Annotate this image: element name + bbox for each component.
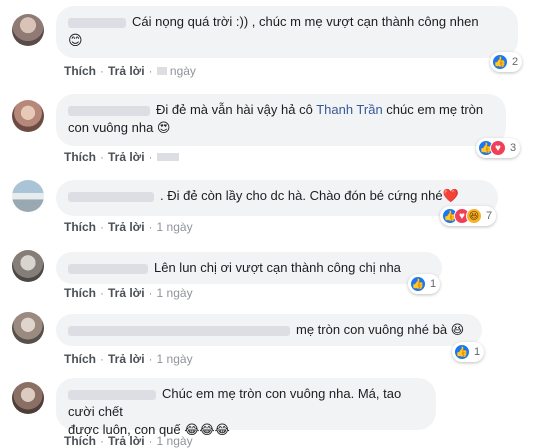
laugh-icon: 😆 — [466, 208, 482, 224]
separator-dot: · — [148, 434, 153, 448]
reaction-count: 1 — [474, 346, 481, 358]
comment-bubble: Đi đẻ mà vẫn hài vậy hả cô Thanh Trần ch… — [56, 94, 506, 146]
comment-actions: Thích · Trả lời · 1 ngày — [64, 352, 193, 366]
comment-time[interactable]: 1 ngày — [157, 352, 193, 366]
redacted-name — [68, 17, 126, 28]
avatar[interactable] — [12, 100, 44, 132]
avatar[interactable] — [12, 382, 44, 414]
heart-icon: ♥ — [490, 140, 506, 156]
comment-text: . Đi đẻ còn lầy cho dc hà. Chào đón bé c… — [160, 188, 459, 203]
comment-text-line2: con vuông nha 😍 — [68, 120, 171, 135]
comment-bubble: Cái nọng quá trời :)) , chúc m mẹ vượt c… — [56, 6, 518, 58]
separator-dot: · — [148, 64, 153, 78]
comment-text: Lên lun chị ơi vượt cạn thành công chị n… — [154, 260, 401, 275]
avatar[interactable] — [12, 312, 44, 344]
comment-bubble: Lên lun chị ơi vượt cạn thành công chị n… — [56, 252, 442, 284]
reply-link[interactable]: Trả lời — [108, 64, 145, 78]
separator-dot: · — [100, 150, 104, 164]
reaction-summary[interactable]: 👍 ♥ 😆 7 — [440, 206, 497, 226]
redacted-time — [156, 67, 167, 75]
redacted-name — [68, 191, 154, 202]
comment-text: chúc em mẹ tròn — [382, 102, 484, 117]
comment-text: mẹ tròn con vuông nhé bà 😆 — [296, 322, 465, 337]
comment-actions: Thích · Trả lời · 1 ngày — [64, 220, 193, 234]
reply-link[interactable]: Trả lời — [108, 352, 145, 366]
reply-link[interactable]: Trả lời — [108, 434, 145, 448]
comment-actions: Thích · Trả lời · 1 ngày — [64, 286, 193, 300]
separator-dot: · — [148, 150, 153, 164]
comment-time[interactable]: 1 ngày — [157, 286, 193, 300]
like-link[interactable]: Thích — [64, 352, 96, 366]
separator-dot: · — [100, 434, 104, 448]
avatar[interactable] — [12, 14, 44, 46]
reply-link[interactable]: Trả lời — [108, 286, 145, 300]
reaction-count: 2 — [512, 56, 519, 68]
reaction-summary[interactable]: 👍 1 — [408, 274, 441, 294]
separator-dot: · — [100, 64, 104, 78]
reaction-summary[interactable]: 👍 2 — [490, 52, 523, 72]
reaction-count: 7 — [486, 210, 493, 222]
thumbs-up-icon: 👍 — [492, 54, 508, 70]
like-link[interactable]: Thích — [64, 286, 96, 300]
comment-actions: Thích · Trả lời · ngày — [64, 64, 196, 78]
reply-link[interactable]: Trả lời — [108, 220, 145, 234]
like-link[interactable]: Thích — [64, 220, 96, 234]
separator-dot: · — [100, 352, 104, 366]
comment-bubble: Chúc em mẹ tròn con vuông nha. Má, tao c… — [56, 378, 436, 437]
redacted-name — [68, 389, 156, 400]
comment-text: Đi đẻ mà vẫn hài vậy hả cô — [156, 102, 317, 117]
separator-dot: · — [148, 220, 153, 234]
redacted-name — [68, 105, 150, 116]
reaction-count: 3 — [510, 142, 517, 154]
comment-time[interactable]: 1 ngày — [157, 434, 193, 448]
comment-bubble: mẹ tròn con vuông nhé bà 😆 — [56, 314, 482, 346]
redacted-name — [68, 263, 148, 274]
separator-dot: · — [100, 286, 104, 300]
comment-time[interactable]: 1 ngày — [157, 220, 193, 234]
thumbs-up-icon: 👍 — [454, 344, 470, 360]
like-link[interactable]: Thích — [64, 434, 96, 448]
reply-link[interactable]: Trả lời — [108, 150, 145, 164]
reaction-summary[interactable]: 👍 1 — [452, 342, 485, 362]
separator-dot: · — [100, 220, 104, 234]
comment-time[interactable]: ngày — [170, 64, 196, 78]
like-link[interactable]: Thích — [64, 64, 96, 78]
separator-dot: · — [148, 286, 153, 300]
redacted-name — [68, 325, 290, 336]
reaction-summary[interactable]: 👍 ♥ 3 — [476, 138, 521, 158]
comment-actions: Thích · Trả lời · 1 ngày — [64, 434, 193, 448]
avatar[interactable] — [12, 180, 44, 212]
comment-text: Cái nọng quá trời :)) , chúc m mẹ vượt c… — [132, 14, 479, 29]
like-link[interactable]: Thích — [64, 150, 96, 164]
thumbs-up-icon: 👍 — [410, 276, 426, 292]
smile-emoji: 😊 — [68, 32, 83, 48]
comment-actions: Thích · Trả lời · — [64, 150, 179, 164]
mention-link[interactable]: Thanh Trần — [316, 102, 383, 117]
separator-dot: · — [148, 352, 153, 366]
reaction-count: 1 — [430, 278, 437, 290]
comment-bubble: . Đi đẻ còn lầy cho dc hà. Chào đón bé c… — [56, 180, 498, 216]
redacted-time — [156, 153, 179, 161]
avatar[interactable] — [12, 250, 44, 282]
